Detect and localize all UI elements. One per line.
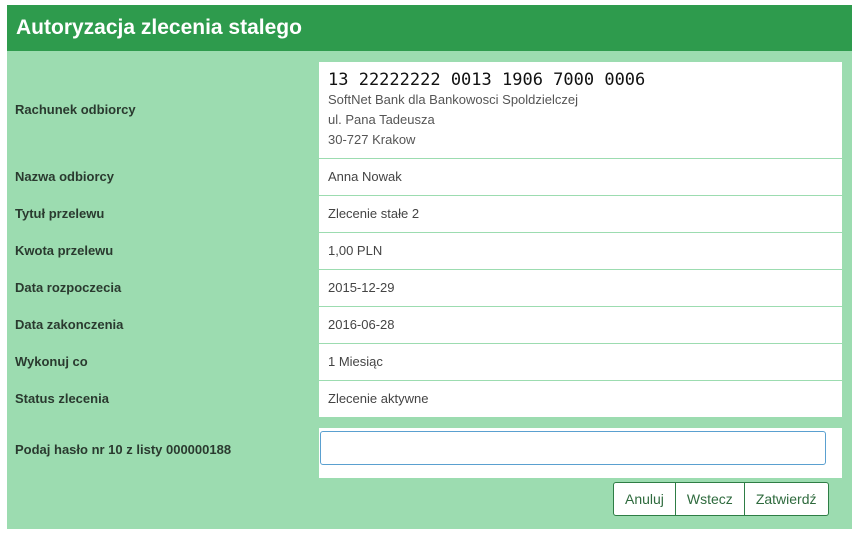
end-date-label: Data zakonczenia	[15, 317, 124, 332]
cancel-button[interactable]: Anuluj	[613, 482, 676, 516]
end-date-value: 2016-06-28	[319, 307, 842, 343]
order-status-value: Zlecenie aktywne	[319, 381, 842, 417]
action-buttons: Anuluj Wstecz Zatwierdź	[613, 482, 829, 516]
frequency-value: 1 Miesiąc	[319, 344, 842, 380]
bank-street: ul. Pana Tadeusza	[328, 112, 435, 127]
start-date-value: 2015-12-29	[319, 270, 842, 306]
transfer-amount-value: 1,00 PLN	[319, 233, 842, 269]
bank-city: 30-727 Krakow	[328, 132, 416, 147]
account-number: 13 22222222 0013 1906 7000 0006	[328, 70, 646, 90]
recipient-account-value: 13 22222222 0013 1906 7000 0006 SoftNet …	[319, 62, 842, 158]
page-title: Autoryzacja zlecenia stalego	[7, 5, 852, 51]
password-input[interactable]	[320, 431, 826, 465]
recipient-name-label: Nazwa odbiorcy	[15, 169, 114, 184]
transfer-amount-label: Kwota przelewu	[15, 243, 114, 258]
transfer-title-label: Tytuł przelewu	[15, 206, 105, 221]
recipient-name-value: Anna Nowak	[319, 159, 842, 195]
password-label: Podaj hasło nr 10 z listy 000000188	[15, 442, 232, 457]
start-date-label: Data rozpoczecia	[15, 280, 122, 295]
order-status-label: Status zlecenia	[15, 391, 109, 406]
recipient-account-label: Rachunek odbiorcy	[15, 102, 136, 117]
transfer-title-value: Zlecenie stałe 2	[319, 196, 842, 232]
back-button[interactable]: Wstecz	[674, 482, 745, 516]
bank-name: SoftNet Bank dla Bankowosci Spoldzielcze…	[328, 92, 579, 107]
confirm-button[interactable]: Zatwierdź	[743, 482, 829, 516]
frequency-label: Wykonuj co	[15, 354, 88, 369]
